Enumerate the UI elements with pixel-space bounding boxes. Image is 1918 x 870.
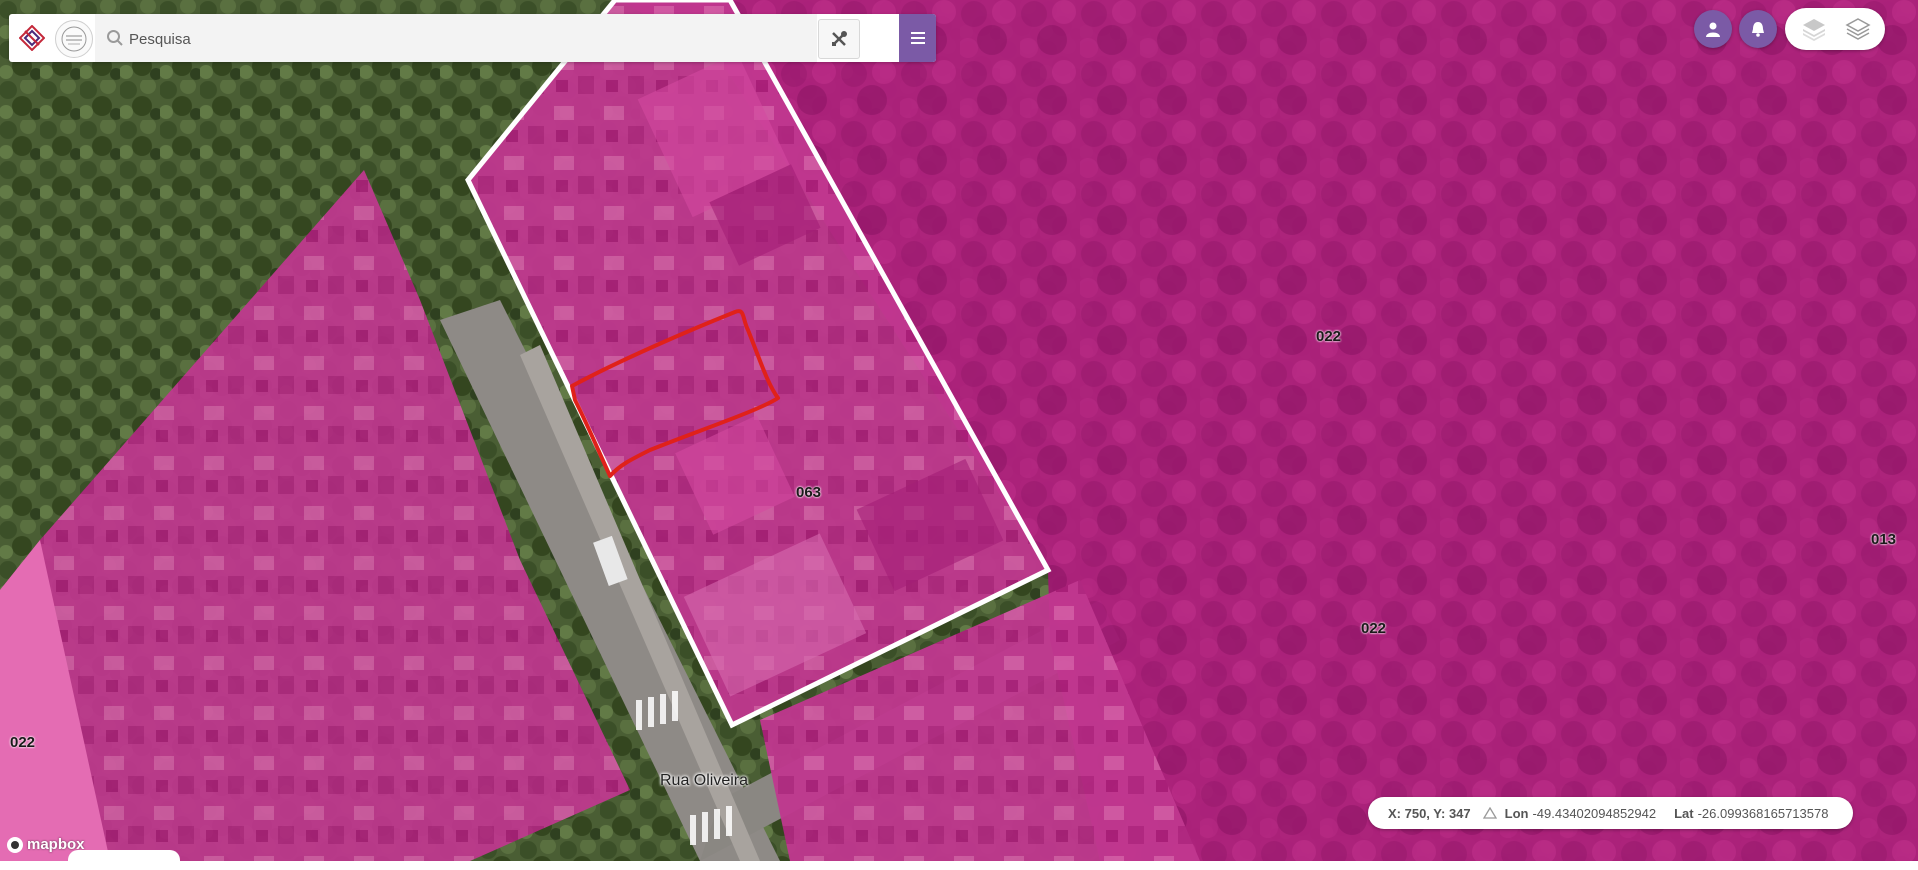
mapbox-icon xyxy=(7,836,23,853)
layers-icon[interactable] xyxy=(1845,17,1871,41)
layers-icon[interactable] xyxy=(1801,17,1827,41)
parcel-label: 022 xyxy=(1361,620,1387,637)
lon-value: -49.43402094852942 xyxy=(1532,805,1657,821)
parcel-label: 063 xyxy=(796,484,822,501)
tools-button[interactable] xyxy=(818,19,860,59)
search-icon xyxy=(107,30,123,46)
lat-label: Lat xyxy=(1674,805,1694,821)
triangle-icon xyxy=(1482,807,1497,819)
menu-button[interactable] xyxy=(899,14,936,62)
map-canvas[interactable]: 063 022 022 022 013 Rua Oliveira xyxy=(0,0,1918,861)
coordinate-readout: X: 750, Y: 347 Lon -49.43402094852942 La… xyxy=(1368,797,1853,829)
hamburger-menu-icon xyxy=(910,32,925,44)
parcel-label: 022 xyxy=(1316,328,1342,345)
user-icon xyxy=(1706,22,1720,37)
map-imagery xyxy=(0,0,1918,861)
notifications-button[interactable] xyxy=(1739,10,1777,48)
scale-control xyxy=(68,850,180,870)
pixel-xy: X: 750, Y: 347 xyxy=(1388,805,1471,821)
search-bar xyxy=(9,14,936,62)
parcel-label: 013 xyxy=(1871,531,1897,548)
municipality-seal[interactable] xyxy=(55,20,93,58)
lon-label: Lon xyxy=(1504,805,1529,821)
bell-icon xyxy=(1752,22,1764,37)
user-button[interactable] xyxy=(1694,10,1732,48)
tools-icon xyxy=(832,31,847,46)
layers-toggle xyxy=(1785,8,1885,50)
search-input[interactable] xyxy=(127,26,731,52)
app-logo[interactable] xyxy=(19,25,45,51)
parcel-label: 022 xyxy=(10,734,36,751)
search-field xyxy=(95,14,817,62)
street-label: Rua Oliveira xyxy=(660,772,749,789)
lat-value: -26.099368165713578 xyxy=(1697,805,1829,821)
